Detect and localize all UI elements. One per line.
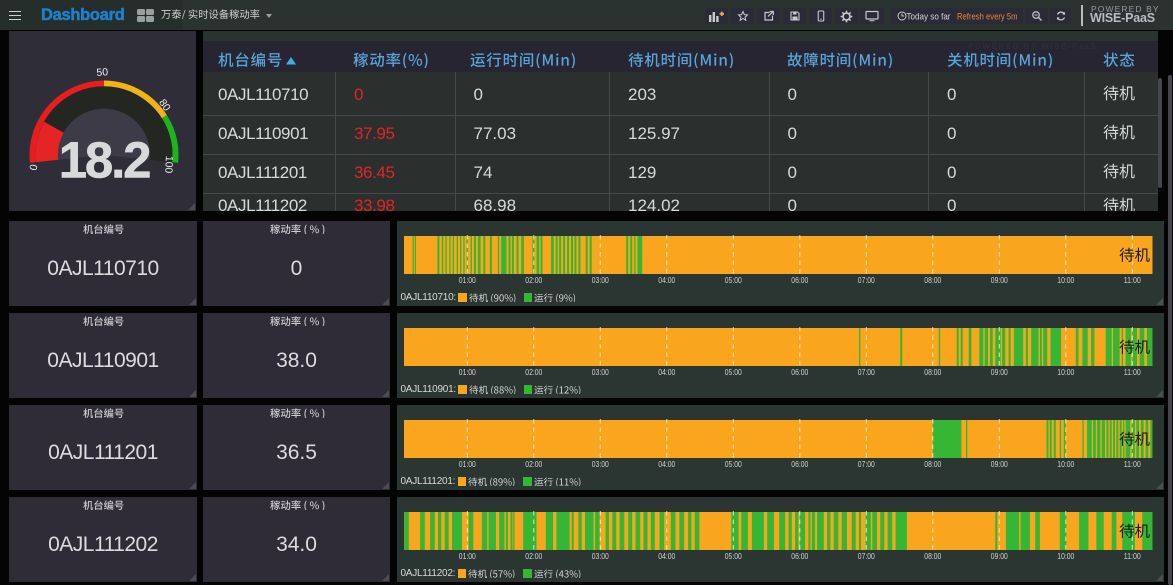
svg-text:0: 0 (28, 163, 41, 171)
svg-text:02:00: 02:00 (525, 368, 542, 377)
svg-text:04:00: 04:00 (658, 276, 675, 285)
svg-text:07:00: 07:00 (858, 276, 875, 285)
svg-text:11:00: 11:00 (1124, 552, 1141, 561)
svg-text:03:00: 03:00 (592, 368, 609, 377)
svg-text:06:00: 06:00 (791, 368, 808, 377)
svg-text:08:00: 08:00 (924, 460, 941, 469)
svg-text:10:00: 10:00 (1057, 552, 1074, 561)
svg-text:10:00: 10:00 (1057, 460, 1074, 469)
svg-text:09:00: 09:00 (991, 276, 1008, 285)
svg-text:03:00: 03:00 (592, 276, 609, 285)
svg-text:01:00: 01:00 (459, 552, 476, 561)
svg-text:02:00: 02:00 (525, 276, 542, 285)
svg-text:07:00: 07:00 (858, 552, 875, 561)
svg-text:02:00: 02:00 (525, 552, 542, 561)
svg-text:03:00: 03:00 (592, 460, 609, 469)
svg-text:07:00: 07:00 (858, 368, 875, 377)
svg-text:03:00: 03:00 (592, 552, 609, 561)
svg-text:10:00: 10:00 (1057, 276, 1074, 285)
svg-text:08:00: 08:00 (924, 552, 941, 561)
svg-text:06:00: 06:00 (791, 552, 808, 561)
svg-text:09:00: 09:00 (991, 368, 1008, 377)
svg-text:09:00: 09:00 (991, 460, 1008, 469)
svg-text:08:00: 08:00 (924, 368, 941, 377)
svg-text:50: 50 (96, 66, 109, 79)
svg-text:04:00: 04:00 (658, 552, 675, 561)
svg-text:02:00: 02:00 (525, 460, 542, 469)
svg-text:11:00: 11:00 (1124, 368, 1141, 377)
svg-text:04:00: 04:00 (658, 368, 675, 377)
svg-text:01:00: 01:00 (459, 460, 476, 469)
svg-text:05:00: 05:00 (725, 460, 742, 469)
svg-text:11:00: 11:00 (1124, 276, 1141, 285)
svg-text:08:00: 08:00 (924, 276, 941, 285)
svg-text:11:00: 11:00 (1124, 460, 1141, 469)
svg-text:05:00: 05:00 (725, 276, 742, 285)
svg-text:01:00: 01:00 (459, 276, 476, 285)
svg-text:05:00: 05:00 (725, 368, 742, 377)
svg-text:Refresh every 5m: Refresh every 5m (957, 12, 1018, 23)
svg-text:100: 100 (162, 155, 175, 173)
svg-text:07:00: 07:00 (858, 460, 875, 469)
svg-text:10:00: 10:00 (1057, 368, 1074, 377)
svg-text:09:00: 09:00 (991, 552, 1008, 561)
svg-text:06:00: 06:00 (791, 276, 808, 285)
svg-text:04:00: 04:00 (658, 460, 675, 469)
svg-text:Today so far: Today so far (907, 12, 951, 23)
svg-text:01:00: 01:00 (459, 368, 476, 377)
svg-text:06:00: 06:00 (791, 460, 808, 469)
svg-text:05:00: 05:00 (725, 552, 742, 561)
svg-text:18.2: 18.2 (59, 132, 150, 189)
